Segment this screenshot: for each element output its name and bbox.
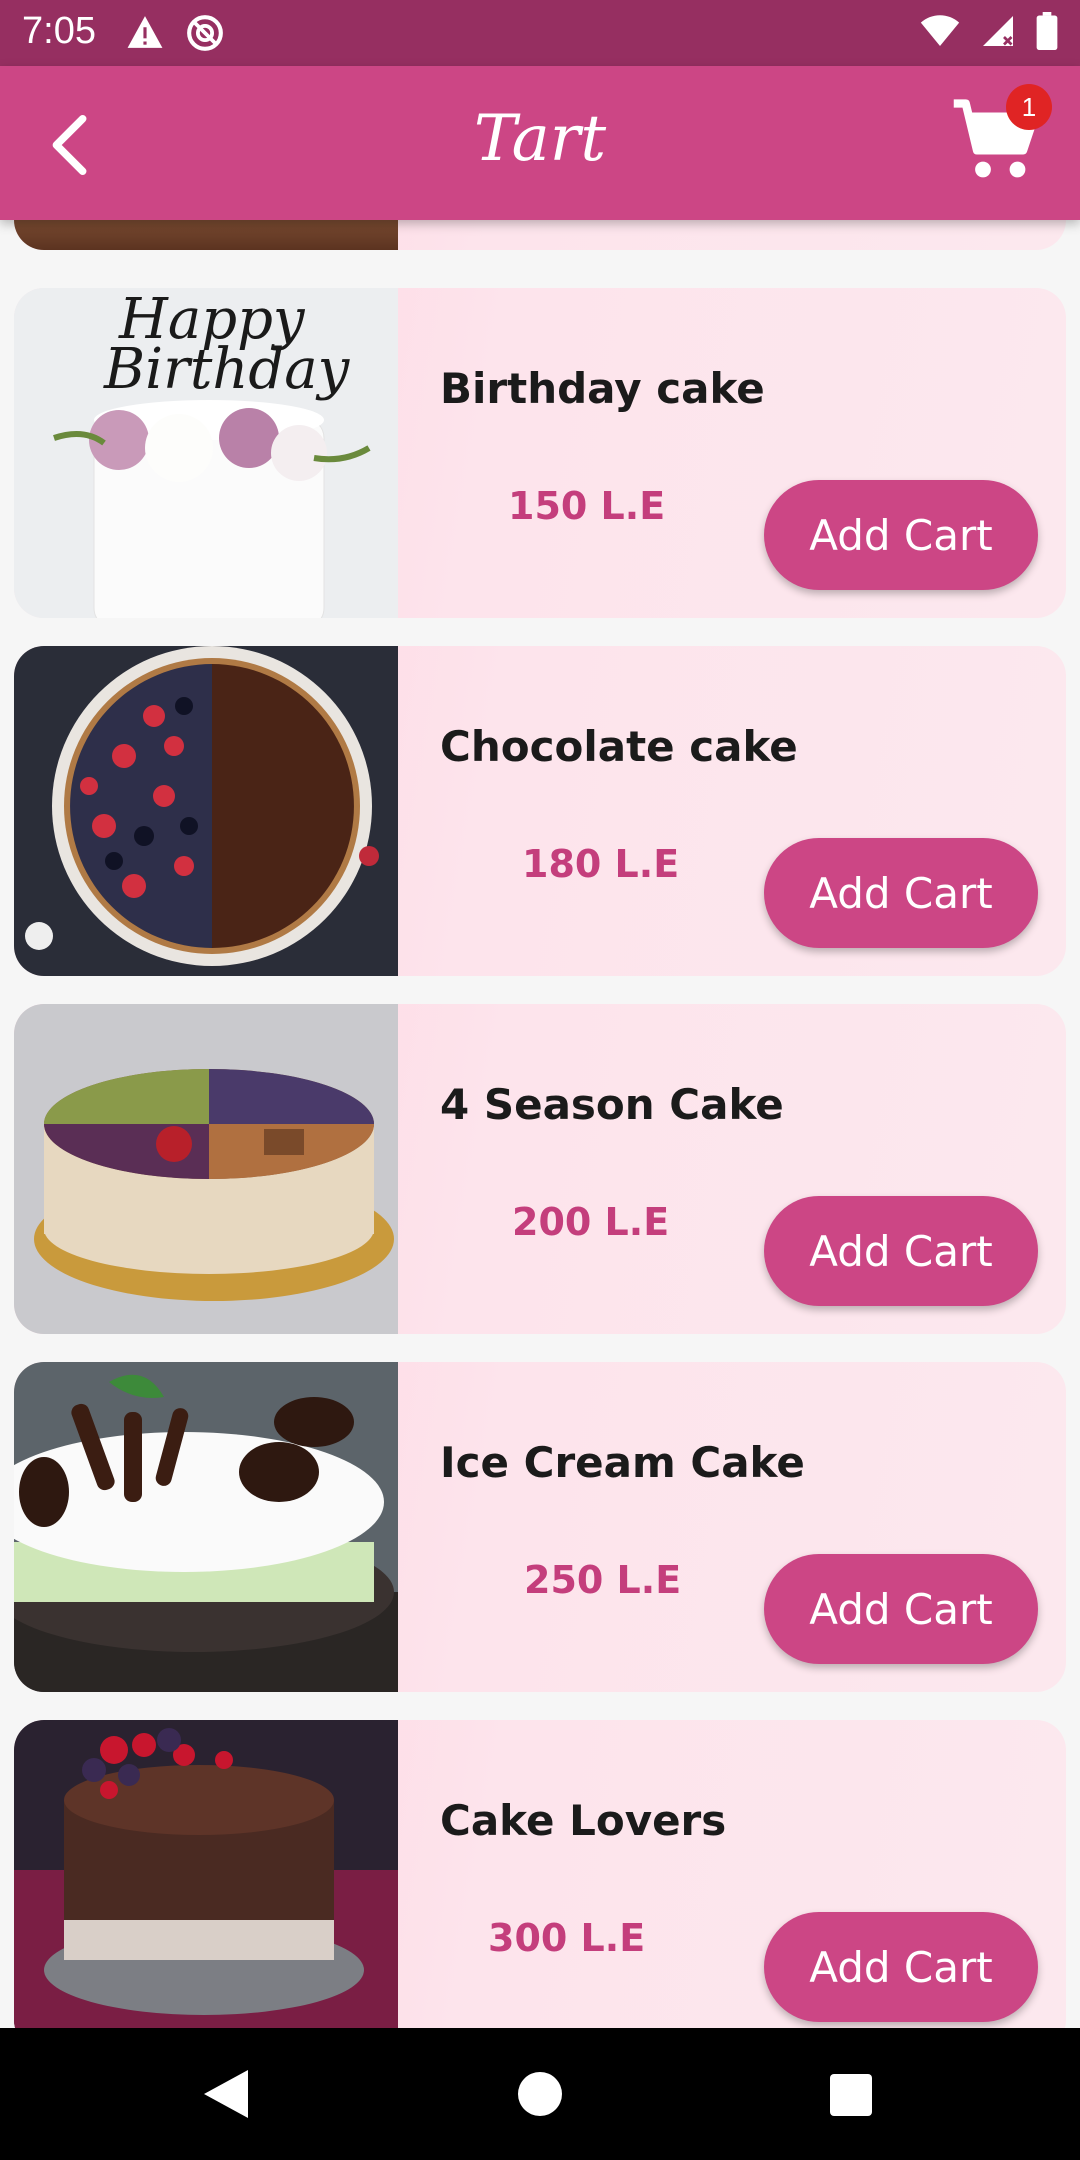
- page-title: Tart: [473, 102, 607, 176]
- product-price: 200 L.E: [512, 1200, 670, 1244]
- status-right-icons: [920, 12, 1058, 50]
- status-bar: 7:05: [0, 0, 1080, 66]
- four-season-cake-picture: [14, 1004, 398, 1334]
- ice-cream-cake-image: [14, 1362, 398, 1692]
- add-cart-button[interactable]: Add Cart: [764, 1912, 1038, 2022]
- cake-lovers-picture: [14, 1720, 398, 2028]
- product-price: 250 L.E: [524, 1558, 682, 1602]
- add-cart-button[interactable]: Add Cart: [764, 1554, 1038, 1664]
- partial-product-image: [14, 220, 398, 250]
- svg-text:Birthday: Birthday: [103, 337, 351, 402]
- app-bar: Tart 1: [0, 66, 1080, 220]
- battery-icon: [1036, 12, 1058, 50]
- nav-back-icon[interactable]: [204, 2070, 248, 2118]
- nav-home-icon[interactable]: [518, 2072, 562, 2116]
- product-card: Cake Lovers 300 L.E Add Cart: [14, 1720, 1066, 2028]
- nav-recents-icon[interactable]: [830, 2074, 872, 2116]
- product-card: Happy Birthday Birthday cake 150 L.E Add…: [14, 288, 1066, 618]
- system-navigation-bar: [0, 2028, 1080, 2160]
- product-name: Ice Cream Cake: [440, 1438, 805, 1487]
- product-card: 4 Season Cake 200 L.E Add Cart: [14, 1004, 1066, 1334]
- product-price: 180 L.E: [522, 842, 680, 886]
- cart-button[interactable]: 1: [950, 84, 1052, 186]
- add-cart-button[interactable]: Add Cart: [764, 480, 1038, 590]
- wifi-icon: [920, 15, 960, 46]
- product-name: Birthday cake: [440, 364, 765, 413]
- product-card-partial: [14, 220, 1066, 250]
- chocolate-berry-tart-image: [14, 646, 398, 976]
- product-name: Cake Lovers: [440, 1796, 727, 1845]
- product-card: Ice Cream Cake 250 L.E Add Cart: [14, 1362, 1066, 1692]
- status-time: 7:05: [22, 10, 96, 52]
- signal-icon: [983, 16, 1013, 46]
- product-card: Chocolate cake 180 L.E Add Cart: [14, 646, 1066, 976]
- cart-badge: 1: [1006, 84, 1052, 130]
- product-name: Chocolate cake: [440, 722, 798, 771]
- warning-icon: [127, 16, 163, 48]
- add-cart-button[interactable]: Add Cart: [764, 1196, 1038, 1306]
- product-price: 150 L.E: [508, 484, 666, 528]
- add-cart-button[interactable]: Add Cart: [764, 838, 1038, 948]
- ice-cream-cake-picture: [14, 1362, 398, 1692]
- do-not-disturb-icon: [187, 15, 223, 51]
- four-season-cake-image: [14, 1004, 398, 1334]
- product-name: 4 Season Cake: [440, 1080, 784, 1129]
- product-price: 300 L.E: [488, 1916, 646, 1960]
- chocolate-cake-picture: [14, 646, 398, 976]
- cake-lovers-image: [14, 1720, 398, 2028]
- birthday-cake-picture: Happy Birthday: [14, 288, 398, 618]
- birthday-cake-image: Happy Birthday: [14, 288, 398, 618]
- product-list[interactable]: Happy Birthday Birthday cake 150 L.E Add…: [0, 220, 1080, 2028]
- status-left-icons: [126, 14, 224, 52]
